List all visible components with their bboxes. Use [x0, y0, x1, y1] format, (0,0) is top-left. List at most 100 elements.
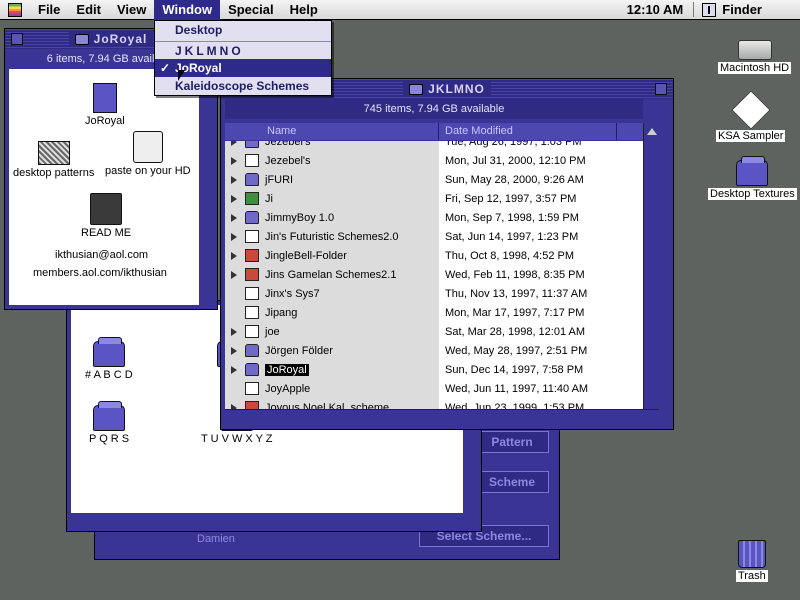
menu-file[interactable]: File — [30, 0, 68, 20]
horizontal-scrollbar[interactable] — [225, 409, 659, 425]
list-item[interactable]: Jin's Futuristic Schemes2.0 Sat, Jun 14, … — [225, 227, 643, 246]
scroll-up-arrow-icon[interactable] — [646, 128, 657, 135]
desktop-patterns-file[interactable]: desktop patterns — [13, 141, 94, 179]
disclosure-triangle-icon[interactable] — [231, 270, 237, 279]
menu-special[interactable]: Special — [220, 0, 282, 20]
name-column-header[interactable]: Name — [225, 123, 439, 140]
document-icon — [92, 83, 117, 113]
sort-order-button[interactable] — [617, 123, 643, 140]
file-list: Jezebel's Tue, Aug 26, 1997, 1:03 PM Jezeb… — [225, 141, 643, 409]
list-item[interactable]: Jörgen Földer Wed, May 28, 1997, 2:51 PM — [225, 341, 643, 360]
menu-item-label: JKLMNO — [175, 43, 244, 58]
disclosure-triangle-icon[interactable] — [231, 175, 237, 184]
file-name: Jörgen Földer — [265, 344, 333, 357]
file-name: JoRoyal — [265, 363, 309, 376]
disclosure-triangle-icon[interactable] — [231, 213, 237, 222]
email-text: ikthusian@aol.com — [55, 249, 149, 261]
menu-edit[interactable]: Edit — [68, 0, 109, 20]
list-item[interactable]: Joyous Noel Kal. scheme Wed, Jun 23, 1999… — [225, 398, 643, 409]
date-cell: Sat, Mar 28, 1998, 12:01 AM — [445, 325, 586, 338]
disclosure-triangle-icon[interactable] — [231, 194, 237, 203]
doc-icon — [245, 306, 259, 319]
list-item[interactable]: Jipang Mon, Mar 17, 1997, 7:17 PM — [225, 303, 643, 322]
name-cell: JoyApple — [225, 379, 439, 398]
zoom-box[interactable] — [655, 83, 667, 95]
menu-help[interactable]: Help — [282, 0, 326, 20]
date-cell: Wed, May 28, 1997, 2:51 PM — [445, 344, 588, 357]
name-cell: joe — [225, 322, 439, 341]
vertical-scrollbar[interactable] — [643, 123, 659, 409]
menu-bar: File Edit View Window Special Help 12:10… — [0, 0, 800, 20]
macintosh-hd-icon[interactable]: Macintosh HD — [718, 40, 792, 74]
list-item[interactable]: JoyApple Wed, Jun 11, 1997, 11:40 AM — [225, 379, 643, 398]
name-cell: jFURI — [225, 170, 439, 189]
date-cell: Thu, Nov 13, 1997, 11:37 AM — [445, 287, 588, 300]
apple-menu[interactable] — [0, 0, 30, 20]
name-cell: Jörgen Földer — [225, 341, 439, 360]
jklmno-window[interactable]: JKLMNO 745 items, 7.94 GB available Name… — [220, 78, 674, 430]
date-cell: Wed, Feb 11, 1998, 8:35 PM — [445, 268, 585, 281]
desktop-textures-icon[interactable]: Desktop Textures — [708, 156, 797, 200]
list-item[interactable]: joe Sat, Mar 28, 1998, 12:01 AM — [225, 322, 643, 341]
list-item[interactable]: JoRoyal Sun, Dec 14, 1997, 7:58 PM — [225, 360, 643, 379]
joroyal-file[interactable]: JoRoyal — [85, 83, 125, 127]
paste-on-hd-file[interactable]: paste on your HD — [105, 131, 191, 177]
list-item[interactable]: Jezebel's Tue, Aug 26, 1997, 1:03 PM — [225, 141, 643, 151]
folder-abcd[interactable]: # A B C D — [85, 337, 133, 381]
folder-icon — [245, 211, 259, 224]
list-item[interactable]: JingleBell-Folder Thu, Oct 8, 1998, 4:52 … — [225, 246, 643, 265]
disclosure-triangle-icon[interactable] — [231, 141, 237, 146]
name-cell: JoRoyal — [225, 360, 439, 379]
disclosure-triangle-icon[interactable] — [231, 156, 237, 165]
finder-icon — [702, 2, 717, 17]
folder-label: P Q R S — [89, 433, 130, 445]
file-name: Jins Gamelan Schemes2.1 — [265, 268, 397, 281]
date-column-header[interactable]: Date Modified — [439, 123, 617, 140]
list-item[interactable]: Jezebel's Mon, Jul 31, 2000, 12:10 PM — [225, 151, 643, 170]
read-me-file[interactable]: READ ME — [81, 193, 131, 239]
menu-item-jklmno[interactable]: JKLMNO — [155, 41, 331, 59]
menu-view[interactable]: View — [109, 0, 154, 20]
folder-pqrs[interactable]: P Q R S — [89, 401, 130, 445]
window-title: JoRoyal — [93, 32, 148, 46]
folder-icon — [74, 33, 89, 45]
trash-icon[interactable]: Trash — [736, 540, 768, 582]
disclosure-triangle-icon[interactable] — [231, 251, 237, 260]
menu-item-desktop[interactable]: Desktop — [155, 21, 331, 39]
face-icon — [90, 193, 123, 225]
doc-icon — [245, 325, 259, 338]
file-name: Jezebel's — [265, 154, 311, 167]
pattern-button[interactable]: Pattern — [475, 431, 549, 453]
disclosure-triangle-icon[interactable] — [231, 346, 237, 355]
file-name: Jinx's Sys7 — [265, 287, 320, 300]
apple-icon — [8, 2, 22, 17]
name-cell: Jezebel's — [225, 151, 439, 170]
img-icon — [245, 401, 259, 409]
close-box[interactable] — [11, 33, 23, 45]
file-name: jFURI — [265, 173, 294, 186]
list-item[interactable]: Ji Fri, Sep 12, 1997, 3:57 PM — [225, 189, 643, 208]
list-item[interactable]: Jins Gamelan Schemes2.1 Wed, Feb 11, 1998… — [225, 265, 643, 284]
ksa-sampler-icon[interactable]: KSA Sampler — [716, 90, 786, 142]
menu-item-label: Kaleidoscope Schemes — [175, 79, 310, 93]
check-icon: ✓ — [160, 61, 171, 75]
folder-label: # A B C D — [85, 369, 133, 381]
menu-window[interactable]: Window — [154, 0, 221, 20]
disclosure-triangle-icon[interactable] — [231, 365, 237, 374]
folder-icon — [245, 173, 259, 186]
icon-label: READ ME — [81, 227, 132, 239]
disclosure-triangle-icon[interactable] — [231, 327, 237, 336]
window-menu-dropdown: Desktop JKLMNO ✓ JoRoyal Kaleidoscope Sch… — [154, 20, 332, 96]
menu-item-label: Desktop — [175, 23, 223, 37]
disclosure-triangle-icon[interactable] — [231, 232, 237, 241]
list-item[interactable]: jFURI Sun, May 28, 2000, 9:26 AM — [225, 170, 643, 189]
file-name: joe — [265, 325, 280, 338]
list-item[interactable]: Jinx's Sys7 Thu, Nov 13, 1997, 11:37 AM — [225, 284, 643, 303]
folder-icon — [93, 401, 126, 431]
list-item[interactable]: JimmyBoy 1.0 Mon, Sep 7, 1998, 1:59 PM — [225, 208, 643, 227]
folder-icon — [92, 337, 125, 367]
application-menu[interactable]: Finder — [694, 2, 800, 17]
scheme-button[interactable]: Scheme — [475, 471, 549, 493]
file-name: Ji — [265, 192, 273, 205]
menubar-clock[interactable]: 12:10 AM — [617, 2, 695, 17]
